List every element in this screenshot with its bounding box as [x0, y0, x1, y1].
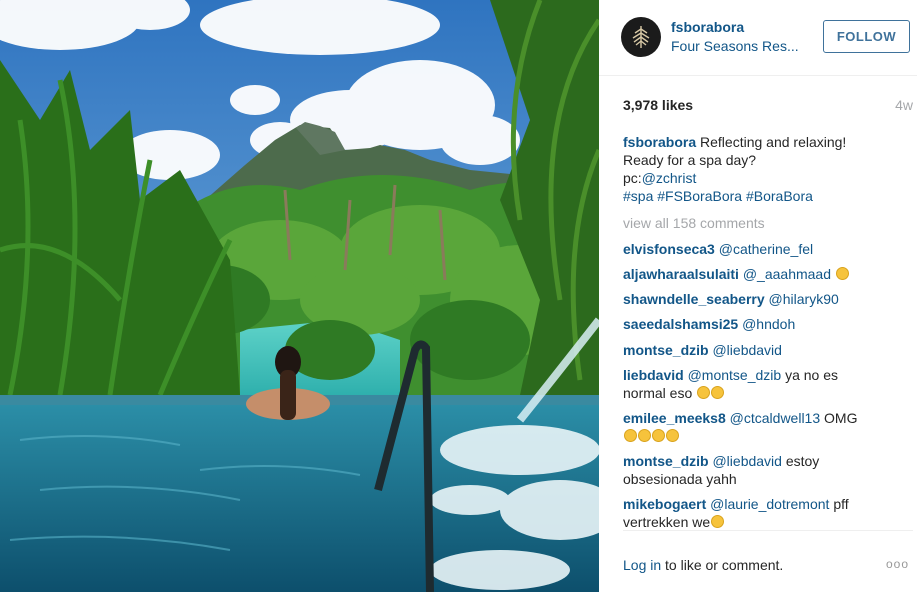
follow-button[interactable]: FOLLOW [823, 20, 910, 53]
view-all-comments[interactable]: view all 158 comments [623, 214, 893, 232]
caption-text-2: Ready for a spa day? [623, 152, 757, 168]
comment-text: OMG [824, 410, 858, 426]
comment-username[interactable]: montse_dzib [623, 342, 709, 358]
comment-text: pff [833, 496, 849, 512]
comment-text-cont: obsesionada yahh [623, 471, 737, 487]
login-prompt-text: to like or comment. [661, 557, 784, 573]
comment-mention[interactable]: @hilaryk90 [769, 291, 839, 307]
comment-username[interactable]: emilee_meeks8 [623, 410, 726, 426]
post-panel: fsborabora Four Seasons Res... FOLLOW 3,… [599, 0, 917, 592]
comment-item: montse_dzib @liebdavid [623, 341, 893, 359]
smiley-emoji-icon [697, 386, 711, 399]
comment-mention[interactable]: @catherine_fel [719, 241, 813, 257]
comment-text: ya no es [785, 367, 838, 383]
post-photo[interactable] [0, 0, 599, 592]
comment-item: elvisfonseca3 @catherine_fel [623, 240, 893, 258]
comment-text: estoy [785, 453, 820, 469]
more-options-icon[interactable]: ooo [886, 557, 909, 571]
comment-username[interactable]: shawndelle_seaberry [623, 291, 765, 307]
comment-mention[interactable]: @liebdavid [712, 453, 781, 469]
avatar[interactable] [621, 17, 661, 57]
post-stats: 3,978 likes 4w [623, 97, 913, 117]
account-fullname[interactable]: Four Seasons Res... [671, 38, 811, 54]
comment-username[interactable]: aljawharaalsulaiti [623, 266, 739, 282]
comment-username[interactable]: liebdavid [623, 367, 684, 383]
comment-item: emilee_meeks8 @ctcaldwell13 OMG [623, 409, 893, 445]
comment-item: saeedalshamsi25 @hndoh [623, 315, 893, 333]
comment-mention[interactable]: @_aaahmaad [743, 266, 831, 282]
smiley-emoji-icon [711, 386, 725, 399]
four-seasons-tree-logo-icon [632, 26, 650, 48]
smiley-emoji-icon [835, 267, 849, 280]
comment-mention[interactable]: @laurie_dotremont [710, 496, 829, 512]
post-footer: Log in to like or comment. ooo [623, 530, 913, 592]
caption-hashtags[interactable]: #spa #FSBoraBora #BoraBora [623, 188, 813, 204]
comment-item: montse_dzib @liebdavid estoy obsesionada… [623, 452, 893, 488]
comment-item: liebdavid @montse_dzib ya no es normal e… [623, 366, 893, 402]
view-all-comments-link[interactable]: view all 158 comments [623, 215, 765, 231]
comment-item: mikebogaert @laurie_dotremont pff vertre… [623, 495, 893, 531]
comment-text-cont: normal eso [623, 385, 693, 401]
smiley-emoji-icon [711, 515, 725, 528]
comment-username[interactable]: mikebogaert [623, 496, 706, 512]
comment-username[interactable]: montse_dzib [623, 453, 709, 469]
comment-text-cont: vertrekken we [623, 514, 711, 530]
comment-mention[interactable]: @montse_dzib [688, 367, 782, 383]
caption-username[interactable]: fsborabora [623, 134, 696, 150]
comment-mention[interactable]: @hndoh [742, 316, 795, 332]
comment-mention[interactable]: @liebdavid [712, 342, 781, 358]
comment-mention[interactable]: @ctcaldwell13 [730, 410, 820, 426]
comment-username[interactable]: elvisfonseca3 [623, 241, 715, 257]
login-link[interactable]: Log in [623, 557, 661, 573]
comment-username[interactable]: saeedalshamsi25 [623, 316, 738, 332]
smiley-emoji-icon [652, 429, 665, 442]
smiley-emoji-icon [638, 429, 651, 442]
smiley-emoji-icon [666, 429, 679, 442]
post-timestamp[interactable]: 4w [895, 97, 913, 113]
caption-pc-label: pc: [623, 170, 642, 186]
likes-count[interactable]: 3,978 likes [623, 97, 693, 113]
caption: fsborabora Reflecting and relaxing! Read… [623, 133, 893, 205]
comment-item: aljawharaalsulaiti @_aaahmaad [623, 265, 893, 283]
comment-item: shawndelle_seaberry @hilaryk90 [623, 290, 893, 308]
post-header: fsborabora Four Seasons Res... FOLLOW [599, 0, 917, 76]
username[interactable]: fsborabora [671, 19, 744, 35]
smiley-emoji-icon [624, 429, 637, 442]
login-prompt: Log in to like or comment. [623, 557, 783, 573]
caption-text-1: Reflecting and relaxing! [700, 134, 847, 150]
caption-pc-mention[interactable]: @zchrist [642, 170, 697, 186]
